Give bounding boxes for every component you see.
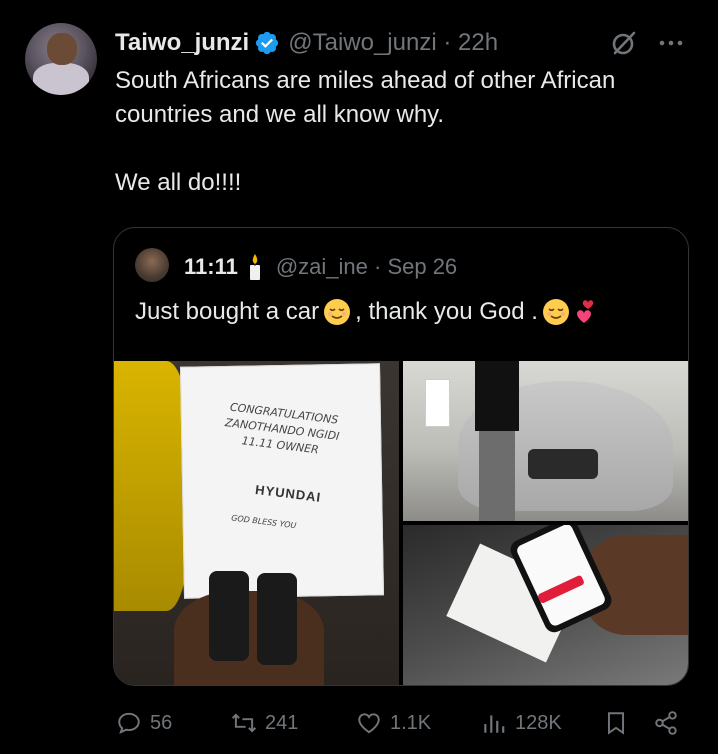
like-count: 1.1K [390, 711, 432, 734]
views-chart-icon [484, 715, 505, 733]
like-button[interactable]: 1.1K [356, 705, 431, 741]
reply-count: 56 [150, 711, 173, 734]
photo-key-2 [257, 573, 297, 665]
views-count: 128K [515, 711, 562, 734]
candle-emoji-icon [246, 253, 264, 281]
heart-icon [358, 713, 380, 734]
photo-key-1 [209, 571, 249, 661]
action-bar: 56 241 1.1K 128K [113, 705, 693, 741]
photo-car-grill [528, 449, 598, 479]
share-button[interactable] [653, 705, 679, 741]
photo-person [473, 361, 521, 521]
bookmark-button[interactable] [603, 705, 629, 741]
author-display-name[interactable]: Taiwo_junzi [115, 29, 249, 57]
quoted-text-part1: Just bought a car [135, 298, 320, 325]
repost-icon [231, 713, 257, 733]
photo-congratulations-card-keys[interactable]: CONGRATULATIONS ZANOTHANDO NGIDI 11.11 O… [114, 361, 399, 685]
avatar-shirt [33, 63, 89, 95]
quoted-author-avatar[interactable] [135, 248, 169, 282]
quoted-author-name[interactable]: 11:11 [184, 254, 238, 280]
repost-count: 241 [265, 711, 299, 734]
verified-badge-icon [254, 30, 280, 56]
photo-person-torso [475, 361, 519, 431]
quoted-media-grid[interactable]: CONGRATULATIONS ZANOTHANDO NGIDI 11.11 O… [114, 361, 688, 685]
photo-yellow-fabric [114, 361, 189, 611]
photo-card-footer: GOD BLESS YOU [230, 513, 297, 531]
repost-button[interactable]: 241 [231, 705, 298, 741]
grok-icon[interactable] [610, 29, 638, 57]
quoted-tweet-header: 11:11 @zai_ine · Sep 26 [184, 252, 457, 282]
photo-card-brand: HYUNDAI [254, 481, 322, 505]
quoted-tweet-text: Just bought a car , thank you God . [135, 298, 604, 326]
tweet-header: Taiwo_junzi @Taiwo_junzi · 22h [115, 26, 498, 60]
quoted-text-part2: , thank you God . [355, 298, 538, 325]
relieved-face-emoji-icon [323, 298, 351, 326]
tweet[interactable]: Taiwo_junzi @Taiwo_junzi · 22h South Afr… [0, 0, 718, 754]
author-avatar[interactable] [25, 23, 97, 95]
quoted-author-handle-time[interactable]: @zai_ine · Sep 26 [276, 254, 457, 280]
photo-person-legs [479, 431, 515, 521]
share-icon [655, 711, 677, 735]
views-button[interactable]: 128K [481, 705, 562, 741]
bookmark-icon [607, 712, 625, 735]
relieved-face-emoji-icon [542, 298, 570, 326]
author-handle-time[interactable]: @Taiwo_junzi · 22h [288, 29, 498, 57]
quoted-tweet[interactable]: 11:11 @zai_ine · Sep 26 Just bought a ca… [113, 227, 689, 686]
two-hearts-emoji-icon [572, 298, 600, 326]
photo-car-keys [209, 561, 309, 671]
more-options-icon[interactable] [656, 30, 686, 56]
photo-person-with-car[interactable] [403, 361, 688, 521]
photo-paperwork-phone[interactable] [403, 525, 688, 685]
photo-wall-sign [425, 379, 450, 427]
reply-icon [118, 712, 140, 735]
photo-card-text: CONGRATULATIONS ZANOTHANDO NGIDI 11.11 O… [180, 394, 384, 466]
avatar-face [47, 33, 77, 65]
reply-button[interactable]: 56 [116, 705, 172, 741]
tweet-text: South Africans are miles ahead of other … [115, 67, 616, 196]
